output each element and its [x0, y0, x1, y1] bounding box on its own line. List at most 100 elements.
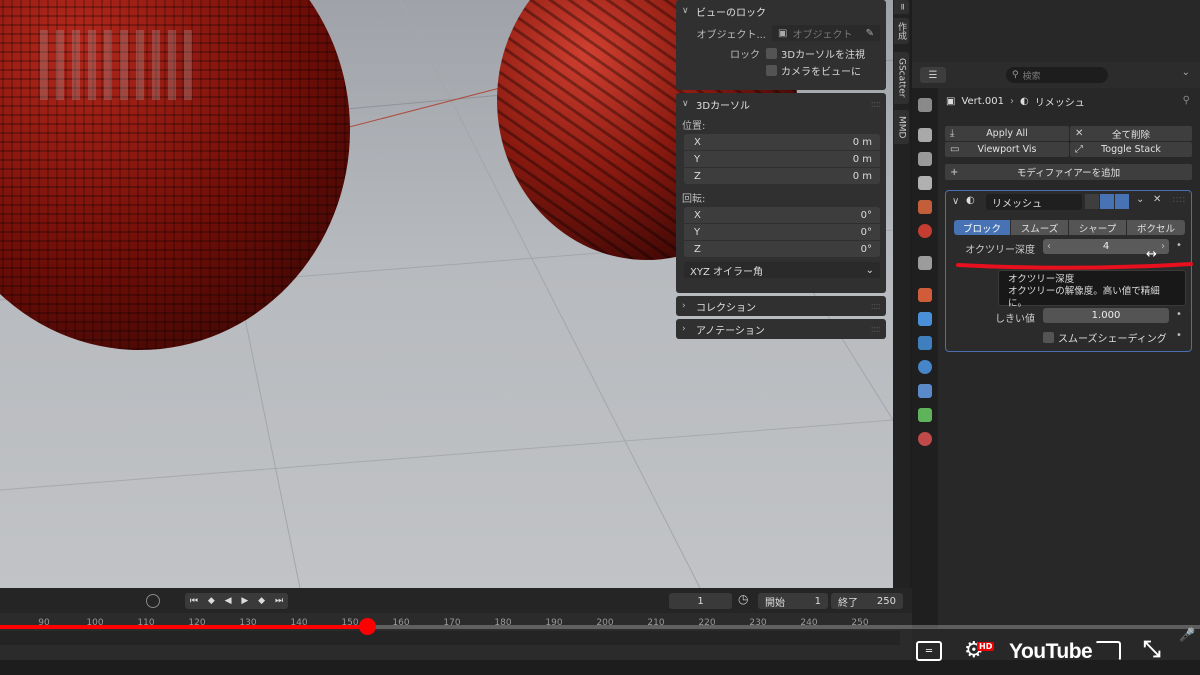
tab-unknown[interactable]: ═: [894, 0, 909, 14]
collection-icon[interactable]: [918, 256, 932, 270]
current-frame-field[interactable]: 1: [669, 593, 732, 609]
particles-icon[interactable]: [918, 336, 932, 350]
viewport-display-icon[interactable]: [1100, 194, 1114, 209]
drag-handle-icon[interactable]: ::::: [871, 324, 882, 335]
rotation-mode-dropdown[interactable]: XYZ オイラー角 ⌄: [684, 262, 880, 278]
rotation-y-value: 0°: [860, 226, 872, 238]
chevron-right-icon[interactable]: ›: [1161, 241, 1165, 252]
chevron-down-icon[interactable]: ∨: [952, 196, 959, 207]
chevron-down-icon[interactable]: ⌄: [1136, 194, 1144, 205]
object-icon[interactable]: [918, 288, 932, 302]
3d-cursor-header[interactable]: ∨ 3Dカーソル ::::: [676, 93, 886, 115]
collection-panel[interactable]: › コレクション ::::: [676, 296, 886, 316]
camera-to-view-checkbox[interactable]: [766, 65, 777, 76]
breadcrumb-modifier: リメッシュ: [1034, 98, 1085, 109]
physics-icon[interactable]: [918, 360, 932, 374]
material-icon[interactable]: [918, 432, 932, 446]
rotation-x-field[interactable]: X 0°: [684, 207, 880, 223]
mode-voxel-button[interactable]: ボクセル: [1127, 220, 1185, 235]
lock-object-field[interactable]: ▣ オブジェクト ✎: [772, 25, 880, 41]
toggle-stack-button[interactable]: ⤢ Toggle Stack: [1070, 142, 1192, 157]
add-modifier-button[interactable]: + モディファイアーを追加: [945, 164, 1192, 180]
sidebar-tabs: ═ 作成 GScatter MMD: [893, 0, 910, 588]
rotation-vector: X 0° Y 0° Z 0°: [676, 207, 886, 257]
scene-icon[interactable]: [918, 200, 932, 214]
threshold-field[interactable]: 1.000: [1043, 308, 1169, 323]
exit-fullscreen-icon[interactable]: ⤡: [1143, 637, 1161, 662]
apply-all-button[interactable]: ⤓ Apply All: [945, 126, 1069, 141]
jump-end-icon[interactable]: ⏭: [275, 596, 283, 606]
subtitles-icon[interactable]: ═: [916, 641, 942, 661]
timeline[interactable]: ⏮ ◆ ◀ ▶ ◆ ⏭ 1 ◷ 開始 1 終了 250 90 100 110 120 1…: [0, 588, 912, 660]
location-z-field[interactable]: Z 0 m: [684, 168, 880, 184]
view-lock-panel: ∨ ビューのロック オブジェクト... ▣ オブジェクト ✎ ロック 3Dカーソ…: [676, 0, 886, 90]
view-lock-header[interactable]: ∨ ビューのロック: [676, 0, 886, 22]
editor-type-dropdown[interactable]: ☰: [920, 67, 946, 83]
axis-label: Z: [694, 243, 701, 255]
mode-block-button[interactable]: ブロック: [954, 220, 1010, 235]
jump-start-icon[interactable]: ⏮: [190, 596, 198, 606]
world-icon[interactable]: [918, 224, 932, 238]
lock-to-cursor-label: 3Dカーソルを注視: [781, 50, 866, 61]
clock-icon[interactable]: ◷: [738, 592, 748, 606]
drag-handle-icon[interactable]: ::::: [1172, 194, 1185, 205]
next-keyframe-icon[interactable]: ◆: [258, 596, 265, 606]
mode-smooth-button[interactable]: スムーズ: [1011, 220, 1068, 235]
cast-icon[interactable]: [1095, 641, 1121, 661]
frame-start-field[interactable]: 開始 1: [758, 593, 828, 609]
view-layer-icon[interactable]: [918, 176, 932, 190]
render-icon[interactable]: [918, 128, 932, 142]
wrench-icon[interactable]: [918, 312, 932, 326]
timeline-track[interactable]: [0, 631, 900, 645]
drag-handle-icon[interactable]: ::::: [871, 99, 882, 110]
keyframe-dot-icon[interactable]: •: [1176, 309, 1182, 320]
microphone-icon[interactable]: 🎤: [1179, 628, 1195, 643]
cube-icon: ▣: [778, 27, 788, 39]
options-icon[interactable]: ⌄: [1182, 67, 1190, 78]
annotation-panel[interactable]: › アノテーション ::::: [676, 319, 886, 339]
smooth-shading-checkbox[interactable]: [1043, 332, 1054, 343]
location-y-field[interactable]: Y 0 m: [684, 151, 880, 167]
location-x-field[interactable]: X 0 m: [684, 134, 880, 150]
expand-icon: ⤢: [1075, 144, 1083, 155]
3d-cursor-title: 3Dカーソル: [696, 100, 751, 112]
tooltip: オクツリー深度 オクツリーの解像度。高い値で精細に。: [998, 270, 1186, 309]
add-modifier-label: モディファイアーを追加: [1016, 168, 1121, 179]
frame-end-field[interactable]: 終了 250: [831, 593, 903, 609]
tab-mmd[interactable]: MMD: [894, 110, 909, 144]
render-camera-icon[interactable]: [1115, 194, 1129, 209]
collection-title: コレクション: [696, 302, 756, 314]
lock-object-placeholder: オブジェクト: [792, 29, 853, 41]
drag-handle-icon[interactable]: ::::: [871, 301, 882, 312]
tooltip-title: オクツリー深度: [1008, 274, 1075, 285]
chevron-left-icon[interactable]: ‹: [1047, 241, 1051, 252]
mode-sharp-button[interactable]: シャープ: [1069, 220, 1126, 235]
keyframe-dot-icon[interactable]: •: [1176, 330, 1182, 341]
frame-end-value: 250: [876, 595, 896, 607]
youtube-logo[interactable]: YouTube: [1009, 640, 1093, 664]
play-icon[interactable]: ▶: [241, 596, 248, 606]
tool-icon[interactable]: [918, 98, 932, 112]
constraints-icon[interactable]: [918, 384, 932, 398]
tab-gscatter[interactable]: GScatter: [894, 52, 909, 104]
delete-all-button[interactable]: ✕ 全て削除: [1070, 126, 1192, 141]
editmode-icon[interactable]: [1085, 194, 1099, 209]
output-icon[interactable]: [918, 152, 932, 166]
modifier-name-field[interactable]: リメッシュ: [986, 194, 1082, 210]
tab-create[interactable]: 作成: [894, 18, 909, 44]
play-reverse-icon[interactable]: ◀: [225, 596, 232, 606]
search-input[interactable]: ⚲ 検索: [1006, 67, 1108, 83]
smooth-shading-toggle[interactable]: スムーズシェーディング: [1043, 330, 1167, 345]
prev-keyframe-icon[interactable]: ◆: [208, 596, 215, 606]
pin-icon[interactable]: ⚲: [1183, 95, 1190, 106]
eyedropper-icon[interactable]: ✎: [866, 28, 874, 39]
record-icon[interactable]: [146, 594, 160, 608]
rotation-y-field[interactable]: Y 0°: [684, 224, 880, 240]
rotation-z-field[interactable]: Z 0°: [684, 241, 880, 257]
keyframe-dot-icon[interactable]: •: [1176, 240, 1182, 251]
viewport-vis-button[interactable]: ▭ Viewport Vis: [945, 142, 1069, 157]
close-icon[interactable]: ✕: [1153, 194, 1161, 205]
data-icon[interactable]: [918, 408, 932, 422]
download-icon: ⤓: [950, 128, 955, 139]
lock-to-cursor-checkbox[interactable]: [766, 48, 777, 59]
